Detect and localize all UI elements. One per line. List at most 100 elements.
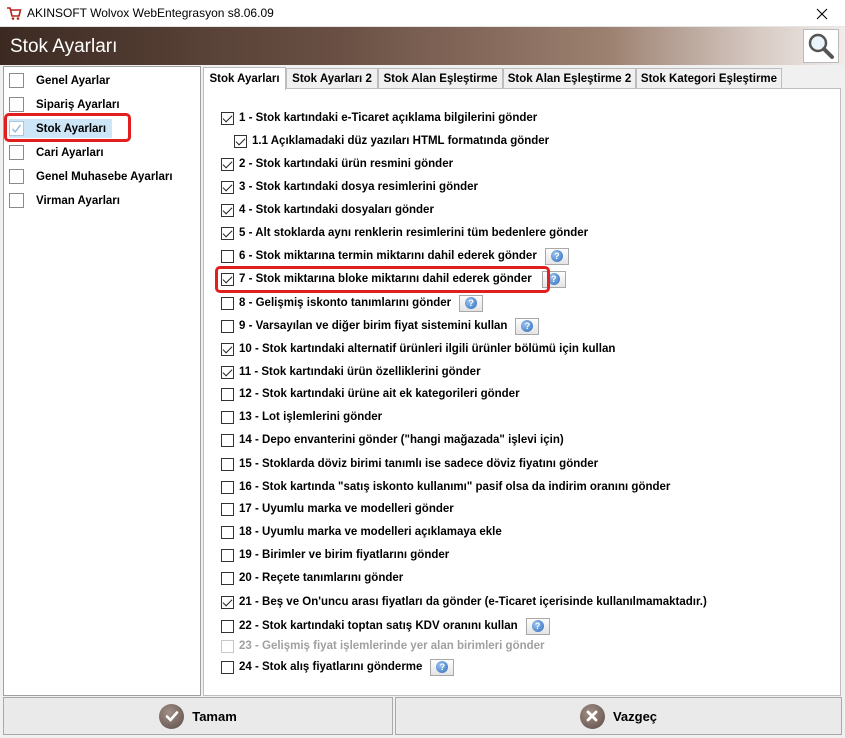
option-label: 6 - Stok miktarına termin miktarını dahi… — [239, 250, 537, 262]
search-button[interactable] — [803, 29, 839, 63]
sidebar-item-genel-ayarlar[interactable]: Genel Ayarlar — [9, 71, 110, 90]
option-checkbox[interactable] — [221, 111, 234, 125]
option-checkbox[interactable] — [221, 619, 234, 633]
option-label: 4 - Stok kartındaki dosyaları gönder — [239, 204, 434, 216]
help-button[interactable]: ? — [430, 658, 455, 676]
option-11[interactable]: 11 - Stok kartındaki ürün özelliklerini … — [221, 363, 481, 381]
option-checkbox[interactable] — [234, 134, 247, 148]
option-1[interactable]: 1 - Stok kartındaki e-Ticaret açıklama b… — [221, 109, 537, 127]
help-icon: ? — [436, 661, 449, 673]
page-header: Stok Ayarları — [0, 27, 845, 65]
option-label: 24 - Stok alış fiyatlarını gönderme — [239, 661, 423, 673]
option-15[interactable]: 15 - Stoklarda döviz birimi tanımlı ise … — [221, 455, 598, 473]
cancel-button-label: Vazgeç — [612, 708, 658, 724]
sidebar-checkbox[interactable] — [9, 73, 24, 88]
option-label: 19 - Birimler ve birim fiyatlarını gönde… — [239, 549, 450, 561]
option-17[interactable]: 17 - Uyumlu marka ve modelleri gönder — [221, 500, 454, 518]
option-checkbox[interactable] — [221, 410, 234, 424]
option-checkbox[interactable] — [221, 226, 234, 240]
sidebar-checkbox[interactable] — [9, 145, 24, 160]
option-13[interactable]: 13 - Lot işlemlerini gönder — [221, 408, 382, 426]
option-22[interactable]: 22 - Stok kartındaki toptan satış KDV or… — [221, 617, 550, 635]
window-title: AKINSOFT Wolvox WebEntegrasyon s8.06.09 — [27, 6, 274, 20]
help-icon: ? — [521, 320, 534, 332]
option-6[interactable]: 6 - Stok miktarına termin miktarını dahi… — [221, 247, 569, 265]
option-checkbox[interactable] — [221, 457, 234, 471]
option-checkbox[interactable] — [221, 525, 234, 539]
tab-stok-alan-eslestirme-2[interactable]: Stok Alan Eşleştirme 2 — [503, 68, 636, 89]
option-20[interactable]: 20 - Reçete tanımlarını gönder — [221, 569, 403, 587]
option-label: 21 - Beş ve On'uncu arası fiyatları da g… — [239, 596, 707, 608]
sidebar-item-siparis-ayarlari[interactable]: Sipariş Ayarları — [9, 95, 120, 114]
option-checkbox[interactable] — [221, 480, 234, 494]
option-24[interactable]: 24 - Stok alış fiyatlarını gönderme ? — [221, 658, 455, 676]
option-16[interactable]: 16 - Stok kartında "satış iskonto kullan… — [221, 478, 670, 496]
option-checkbox[interactable] — [221, 433, 234, 447]
option-label: 23 - Gelişmiş fiyat işlemlerinde yer ala… — [239, 640, 545, 652]
option-1-1[interactable]: 1.1 Açıklamadaki düz yazıları HTML forma… — [234, 132, 549, 150]
sidebar-item-cari-ayarlari[interactable]: Cari Ayarları — [9, 143, 104, 162]
option-checkbox[interactable] — [221, 571, 234, 585]
sidebar-item-label: Cari Ayarları — [36, 146, 104, 159]
option-8[interactable]: 8 - Gelişmiş iskonto tanımlarını gönder … — [221, 294, 484, 312]
help-button[interactable]: ? — [515, 317, 540, 335]
tab-stok-ayarlari-2[interactable]: Stok Ayarları 2 — [286, 68, 378, 89]
option-label: 8 - Gelişmiş iskonto tanımlarını gönder — [239, 297, 452, 309]
option-2[interactable]: 2 - Stok kartındaki ürün resmini gönder — [221, 155, 453, 173]
option-label: 3 - Stok kartındaki dosya resimlerini gö… — [239, 181, 479, 193]
help-icon: ? — [465, 297, 478, 309]
option-label: 20 - Reçete tanımlarını gönder — [239, 572, 404, 584]
option-4[interactable]: 4 - Stok kartındaki dosyaları gönder — [221, 201, 434, 219]
sidebar-item-label: Virman Ayarları — [36, 194, 120, 207]
option-checkbox[interactable] — [221, 660, 234, 674]
option-10[interactable]: 10 - Stok kartındaki alternatif ürünleri… — [221, 340, 615, 358]
option-checkbox[interactable] — [221, 296, 234, 310]
ok-button[interactable]: Tamam — [3, 697, 393, 735]
option-checkbox[interactable] — [221, 180, 234, 194]
option-label: 17 - Uyumlu marka ve modelleri gönder — [239, 503, 454, 515]
option-12[interactable]: 12 - Stok kartındaki ürüne ait ek katego… — [221, 385, 520, 403]
option-19[interactable]: 19 - Birimler ve birim fiyatlarını gönde… — [221, 546, 449, 564]
close-button[interactable] — [799, 0, 845, 27]
tab-stok-kategori-eslestirme[interactable]: Stok Kategori Eşleştirme — [636, 68, 782, 89]
help-icon: ? — [531, 620, 544, 632]
help-icon: ? — [550, 250, 563, 262]
option-checkbox[interactable] — [221, 203, 234, 217]
option-checkbox — [221, 639, 234, 653]
sidebar-checkbox[interactable] — [9, 169, 24, 184]
option-label: 1.1 Açıklamadaki düz yazıları HTML forma… — [252, 135, 550, 147]
sidebar-item-label: Sipariş Ayarları — [36, 98, 120, 111]
sidebar-item-genel-muhasebe-ayarlari[interactable]: Genel Muhasebe Ayarları — [9, 167, 173, 186]
sidebar-checkbox[interactable] — [9, 97, 24, 112]
option-checkbox[interactable] — [221, 548, 234, 562]
option-checkbox[interactable] — [221, 595, 234, 609]
option-21[interactable]: 21 - Beş ve On'uncu arası fiyatları da g… — [221, 593, 707, 611]
help-button[interactable]: ? — [459, 294, 484, 312]
option-label: 12 - Stok kartındaki ürüne ait ek katego… — [239, 388, 520, 400]
option-checkbox[interactable] — [221, 342, 234, 356]
option-checkbox[interactable] — [221, 365, 234, 379]
help-button[interactable]: ? — [544, 247, 569, 265]
option-checkbox[interactable] — [221, 502, 234, 516]
option-14[interactable]: 14 - Depo envanterini gönder ("hangi mağ… — [221, 431, 564, 449]
option-checkbox[interactable] — [221, 157, 234, 171]
option-checkbox[interactable] — [221, 387, 234, 401]
tab-stok-alan-eslestirme[interactable]: Stok Alan Eşleştirme — [378, 68, 503, 89]
option-label: 18 - Uyumlu marka ve modelleri açıklamay… — [239, 526, 502, 538]
option-18[interactable]: 18 - Uyumlu marka ve modelleri açıklamay… — [221, 523, 502, 541]
app-icon — [7, 7, 22, 20]
option-checkbox[interactable] — [221, 249, 234, 263]
page-title: Stok Ayarları — [10, 36, 118, 57]
option-7-highlight-frame — [215, 266, 550, 293]
cancel-button[interactable]: Vazgeç — [395, 697, 842, 735]
option-5[interactable]: 5 - Alt stoklarda aynı renklerin resimle… — [221, 224, 588, 242]
option-checkbox[interactable] — [221, 319, 234, 333]
sidebar-item-virman-ayarlari[interactable]: Virman Ayarları — [9, 191, 120, 210]
sidebar-checkbox[interactable] — [9, 193, 24, 208]
tab-stok-ayarlari[interactable]: Stok Ayarları — [203, 67, 286, 90]
option-3[interactable]: 3 - Stok kartındaki dosya resimlerini gö… — [221, 178, 478, 196]
help-button[interactable]: ? — [525, 617, 550, 635]
option-9[interactable]: 9 - Varsayılan ve diğer birim fiyat sist… — [221, 317, 540, 335]
option-label: 1 - Stok kartındaki e-Ticaret açıklama b… — [239, 112, 538, 124]
option-label: 15 - Stoklarda döviz birimi tanımlı ise … — [239, 458, 599, 470]
